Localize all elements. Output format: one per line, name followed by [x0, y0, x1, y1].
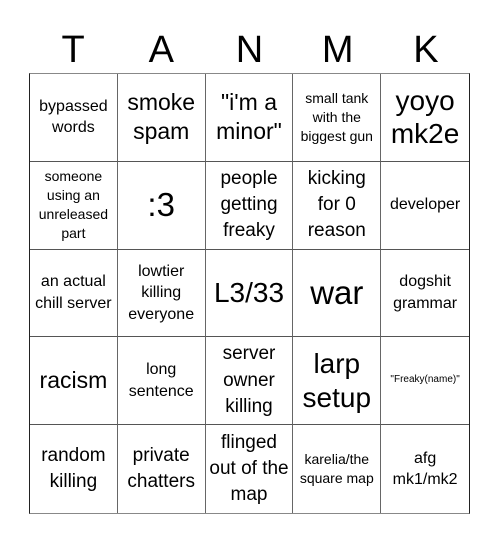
bingo-cell[interactable]: server owner killing [205, 337, 294, 426]
bingo-cell[interactable]: afg mk1/mk2 [381, 425, 469, 513]
bingo-cell[interactable]: bypassed words [30, 74, 118, 162]
bingo-cell[interactable]: people getting freaky [205, 161, 294, 250]
header-letter: T [61, 29, 85, 71]
bingo-cell[interactable]: racism [30, 337, 118, 426]
header-letter: K [413, 29, 439, 71]
bingo-cell[interactable]: long sentence [117, 337, 206, 426]
header-letter: A [148, 29, 174, 71]
bingo-cell[interactable]: flinged out of the map [206, 425, 294, 513]
bingo-grid: bypassed words smoke spam "i'm a minor" … [29, 73, 470, 514]
bingo-cell[interactable]: karelia/the square map [293, 425, 382, 513]
bingo-cell[interactable]: L3/33 [205, 249, 294, 338]
header-letter: M [321, 29, 354, 71]
bingo-cell[interactable]: larp setup [293, 337, 382, 426]
bingo-cell[interactable]: private chatters [118, 425, 206, 513]
bingo-cell[interactable]: kicking for 0 reason [293, 161, 382, 250]
bingo-cell[interactable]: "i'm a minor" [205, 74, 294, 162]
bingo-cell[interactable]: someone using an unreleased part [30, 161, 118, 250]
bingo-cell[interactable]: war [293, 249, 382, 338]
bingo-cell[interactable]: developer [381, 162, 469, 250]
bingo-cell[interactable]: an actual chill server [30, 249, 118, 338]
bingo-cell[interactable]: random killing [30, 425, 118, 513]
bingo-cell[interactable]: "Freaky(name)" [381, 337, 469, 426]
bingo-cell[interactable]: lowtier killing everyone [117, 249, 206, 338]
bingo-cell[interactable]: smoke spam [117, 74, 206, 162]
header-letter: N [235, 29, 264, 71]
bingo-cell[interactable]: small tank with the biggest gun [293, 74, 382, 162]
bingo-cell[interactable]: yoyo mk2e [381, 74, 469, 162]
bingo-cell[interactable]: :3 [117, 161, 206, 250]
bingo-header: T A N M K [29, 28, 470, 72]
bingo-cell[interactable]: dogshit grammar [381, 250, 469, 338]
